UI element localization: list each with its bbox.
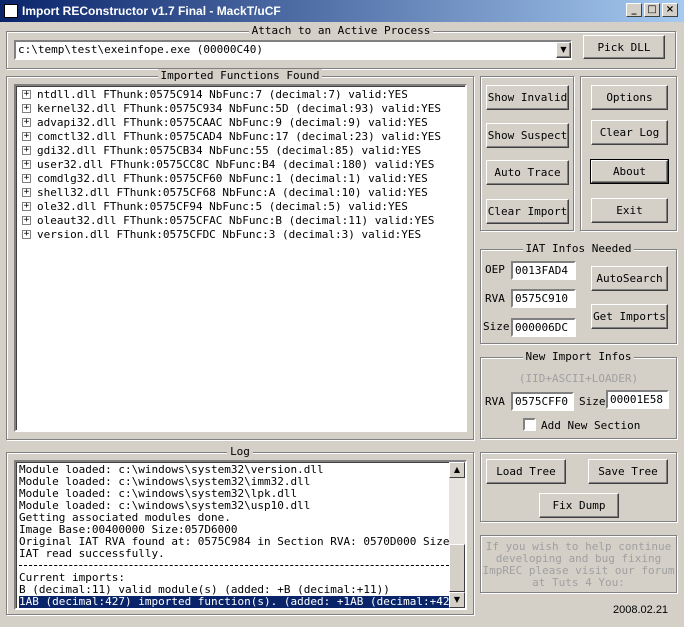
log-title: Log bbox=[227, 445, 253, 458]
show-invalid-button[interactable]: Show Invalid bbox=[486, 85, 569, 110]
clear-import-button[interactable]: Clear Import bbox=[486, 199, 569, 224]
iat-rva-label: RVA bbox=[485, 292, 505, 305]
add-new-section-checkbox[interactable] bbox=[523, 418, 536, 431]
get-imports-button[interactable]: Get Imports bbox=[591, 304, 668, 329]
log-separator bbox=[19, 565, 449, 566]
import-module-label: gdi32.dll FThunk:0575CB34 NbFunc:55 (dec… bbox=[37, 144, 422, 157]
import-module-label: shell32.dll FThunk:0575CF68 NbFunc:A (de… bbox=[37, 186, 428, 199]
scroll-down-button[interactable]: ▼ bbox=[449, 592, 465, 608]
pick-dll-button[interactable]: Pick DLL bbox=[583, 35, 665, 59]
import-module-label: user32.dll FThunk:0575CC8C NbFunc:B4 (de… bbox=[37, 158, 435, 171]
build-date: 2008.02.21 bbox=[613, 604, 669, 616]
clear-log-button[interactable]: Clear Log bbox=[591, 120, 668, 145]
expand-icon[interactable]: + bbox=[22, 104, 31, 113]
new-import-title: New Import Infos bbox=[522, 350, 635, 363]
import-module-label: ole32.dll FThunk:0575CF94 NbFunc:5 (deci… bbox=[37, 200, 408, 213]
import-module-label: kernel32.dll FThunk:0575C934 NbFunc:5D (… bbox=[37, 102, 441, 115]
oep-label: OEP bbox=[485, 263, 505, 276]
expand-icon[interactable]: + bbox=[22, 174, 31, 183]
about-button[interactable]: About bbox=[590, 159, 669, 184]
import-module-label: advapi32.dll FThunk:0575CAAC NbFunc:9 (d… bbox=[37, 116, 428, 129]
scroll-up-button[interactable]: ▲ bbox=[449, 462, 465, 478]
show-suspect-button[interactable]: Show Suspect bbox=[486, 123, 569, 148]
promo-text: If you wish to help continue developing … bbox=[482, 541, 675, 589]
close-button[interactable]: × bbox=[662, 3, 678, 17]
expand-icon[interactable]: + bbox=[22, 118, 31, 127]
title-bar[interactable]: Import REConstructor v1.7 Final - MackT/… bbox=[0, 0, 684, 22]
exit-button[interactable]: Exit bbox=[591, 198, 668, 223]
expand-icon[interactable]: + bbox=[22, 188, 31, 197]
attach-group-title: Attach to an Active Process bbox=[248, 24, 434, 37]
import-module-label: ntdll.dll FThunk:0575C914 NbFunc:7 (deci… bbox=[37, 88, 408, 101]
expand-icon[interactable]: + bbox=[22, 160, 31, 169]
iat-infos-title: IAT Infos Needed bbox=[522, 242, 635, 255]
iat-size-label: Size bbox=[483, 320, 510, 333]
fix-dump-button[interactable]: Fix Dump bbox=[539, 493, 619, 518]
log-line: IAT read successfully. bbox=[19, 547, 165, 560]
iat-size-field[interactable]: 000006DC bbox=[511, 318, 576, 337]
expand-icon[interactable]: + bbox=[22, 230, 31, 239]
scroll-thumb[interactable] bbox=[449, 544, 465, 592]
import-module-label: comdlg32.dll FThunk:0575CF60 NbFunc:1 (d… bbox=[37, 172, 428, 185]
new-import-subtitle: (IID+ASCII+LOADER) bbox=[518, 372, 639, 385]
expand-icon[interactable]: + bbox=[22, 90, 31, 99]
new-rva-field[interactable]: 0575CFF0 bbox=[511, 392, 574, 411]
process-dropdown-button[interactable]: ▼ bbox=[556, 42, 571, 58]
options-button[interactable]: Options bbox=[591, 85, 668, 110]
expand-icon[interactable]: + bbox=[22, 202, 31, 211]
minimize-button[interactable]: _ bbox=[626, 3, 642, 17]
iat-rva-field[interactable]: 0575C910 bbox=[511, 289, 576, 308]
app-icon bbox=[4, 4, 18, 18]
maximize-button[interactable]: □ bbox=[644, 3, 660, 17]
new-size-label: Size bbox=[579, 395, 606, 408]
auto-trace-button[interactable]: Auto Trace bbox=[486, 160, 569, 185]
new-rva-label: RVA bbox=[485, 395, 505, 408]
process-value: c:\temp\test\exeinfope.exe (00000C40) bbox=[18, 43, 264, 56]
import-module-label: version.dll FThunk:0575CFDC NbFunc:3 (de… bbox=[37, 228, 422, 241]
log-line-selected[interactable]: 1AB (decimal:427) imported function(s). … bbox=[19, 596, 465, 608]
new-size-field[interactable]: 00001E58 bbox=[606, 390, 669, 409]
imports-group-title: Imported Functions Found bbox=[157, 69, 323, 82]
window-title: Import REConstructor v1.7 Final - MackT/… bbox=[22, 4, 281, 18]
save-tree-button[interactable]: Save Tree bbox=[588, 459, 668, 484]
add-new-section-label: Add New Section bbox=[541, 419, 641, 432]
process-select[interactable]: c:\temp\test\exeinfope.exe (00000C40) bbox=[14, 40, 572, 60]
autosearch-button[interactable]: AutoSearch bbox=[591, 266, 668, 291]
log-box[interactable]: Module loaded: c:\windows\system32\versi… bbox=[14, 460, 467, 610]
load-tree-button[interactable]: Load Tree bbox=[486, 459, 566, 484]
import-module-label: comctl32.dll FThunk:0575CAD4 NbFunc:17 (… bbox=[37, 130, 441, 143]
expand-icon[interactable]: + bbox=[22, 146, 31, 155]
promo-line: at Tuts 4 You: bbox=[532, 576, 625, 589]
import-module-label: oleaut32.dll FThunk:0575CFAC NbFunc:B (d… bbox=[37, 214, 435, 227]
expand-icon[interactable]: + bbox=[22, 132, 31, 141]
expand-icon[interactable]: + bbox=[22, 216, 31, 225]
log-scrollbar[interactable]: ▲ ▼ bbox=[449, 462, 465, 608]
oep-field[interactable]: 0013FAD4 bbox=[511, 261, 576, 280]
imports-tree[interactable]: + ntdll.dll FThunk:0575C914 NbFunc:7 (dec… bbox=[14, 84, 467, 432]
iat-infos-group: IAT Infos Needed bbox=[480, 242, 677, 344]
